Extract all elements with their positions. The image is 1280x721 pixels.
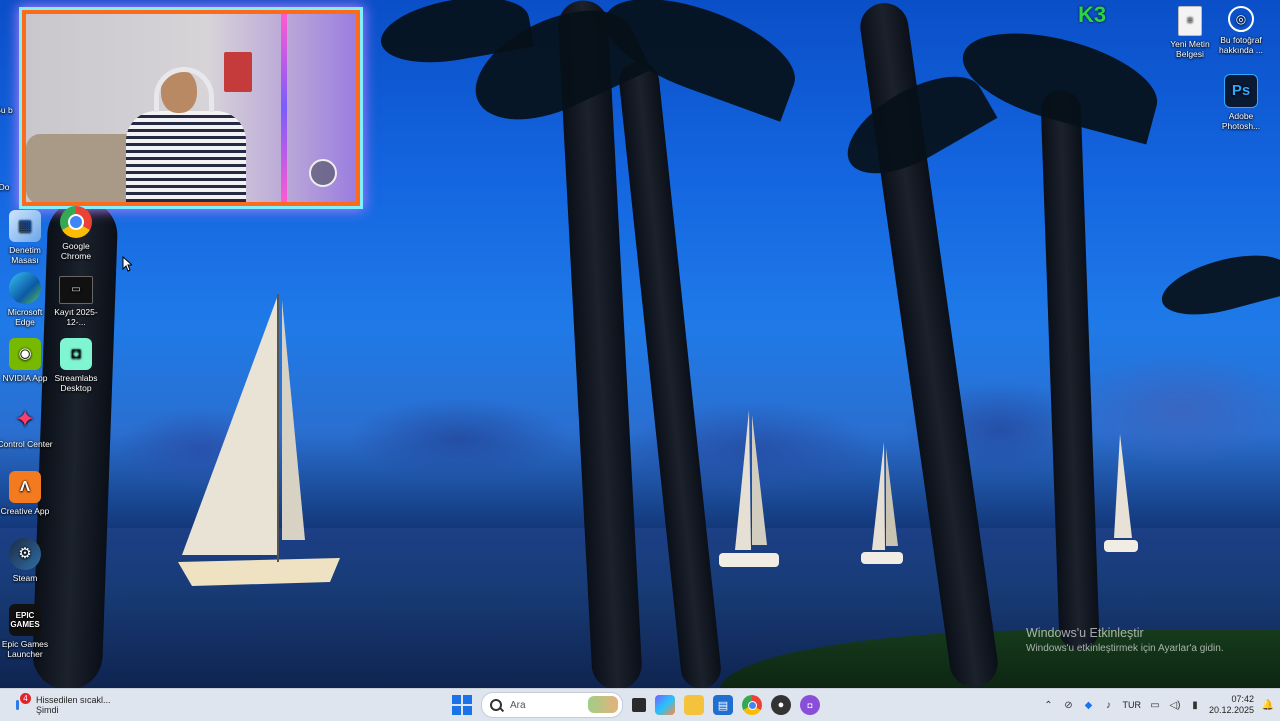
weather-line-2: Şimdi: [36, 705, 59, 715]
desktop-icon-label: Denetim Masası: [9, 245, 41, 265]
microsoft-store-icon[interactable]: ▤: [713, 695, 733, 715]
desktop-icon-label: NVIDIA App: [2, 373, 48, 383]
battery-icon[interactable]: ▮: [1189, 699, 1201, 711]
desktop-icon-recording[interactable]: ▭ Kayıt 2025-12-...: [48, 276, 104, 327]
search-placeholder: Ara: [510, 699, 526, 711]
desktop-icon-label: Steam: [12, 573, 38, 583]
task-view-icon[interactable]: [632, 698, 646, 712]
chrome-icon[interactable]: [742, 695, 762, 715]
partial-icon-label-1: Bu b: [0, 105, 13, 115]
edge-icon: [9, 272, 41, 304]
streamlabs-icon: ◘: [60, 338, 92, 370]
nvidia-icon: ◉: [9, 338, 41, 370]
taskbar-search[interactable]: Ara: [481, 692, 623, 718]
desktop-icon-label: Yeni Metin Belgesi: [1170, 39, 1210, 59]
file-explorer-icon[interactable]: [684, 695, 704, 715]
desktop-icon-edge[interactable]: Microsoft Edge: [0, 272, 53, 327]
desktop-icon-label: Kayıt 2025-12-...: [54, 307, 98, 327]
windows-activation-watermark: Windows'u Etkinleştir Windows'u etkinleş…: [1026, 626, 1224, 654]
info-camera-icon: ◎: [1228, 6, 1254, 32]
desktop-icon-label: Epic Games Launcher: [1, 639, 49, 659]
activation-subtitle: Windows'u etkinleştirmek için Ayarlar'a …: [1026, 643, 1224, 654]
app-tray-icon[interactable]: ◆: [1082, 699, 1094, 711]
desktop-icon-label: Adobe Photosh...: [1221, 111, 1261, 131]
epic-games-icon: EPIC GAMES: [9, 604, 41, 636]
control-panel-icon: ▦: [9, 210, 41, 242]
desktop-icon-label: Control Center: [0, 439, 53, 449]
webcam-overlay[interactable]: [22, 10, 360, 206]
partial-icon-label-2: Do: [0, 182, 10, 192]
obs-icon[interactable]: ●: [771, 695, 791, 715]
sailboat-mid-1: [719, 410, 779, 567]
steam-icon: ⚙: [9, 538, 41, 570]
desktop-icon-about-photo[interactable]: ◎ Bu fotoğraf hakkında ...: [1213, 6, 1269, 55]
desktop-icon-label: Creative App: [0, 506, 50, 516]
desktop-icon-label: Streamlabs Desktop: [54, 373, 98, 393]
weather-line-1: Hissedilen sıcakl...: [36, 695, 111, 705]
desktop-icon-epic-games[interactable]: EPIC GAMES Epic Games Launcher: [0, 604, 53, 659]
photoshop-icon: Ps: [1224, 74, 1258, 108]
desktop-icon-creative-app[interactable]: Λ Creative App: [0, 471, 53, 516]
clock-time: 07:42: [1231, 694, 1254, 704]
control-center-icon: ✦: [14, 406, 36, 433]
creative-app-icon: Λ: [9, 471, 41, 503]
led-strip: [281, 14, 287, 202]
desktop-icon-streamlabs[interactable]: ◘ Streamlabs Desktop: [48, 338, 104, 393]
sailboat-large: [178, 294, 340, 586]
activation-title: Windows'u Etkinleştir: [1026, 626, 1144, 640]
start-button[interactable]: [452, 695, 472, 715]
camera-logo-icon: [309, 159, 337, 187]
search-icon: [490, 699, 502, 711]
palm-fronds-6: [1155, 244, 1280, 326]
chrome-icon: [60, 206, 92, 238]
desktop-icon-photoshop[interactable]: Ps Adobe Photosh...: [1213, 74, 1269, 131]
video-file-icon: ▭: [59, 276, 93, 304]
desktop-icon-steam[interactable]: ⚙ Steam: [0, 538, 53, 583]
desktop-icon-new-text[interactable]: ≡ Yeni Metin Belgesi: [1162, 6, 1218, 59]
sailboat-mid-2: [861, 442, 903, 564]
copilot-icon[interactable]: [655, 695, 675, 715]
streamlabs-icon[interactable]: ◘: [800, 695, 820, 715]
desktop-icon-chrome[interactable]: Google Chrome: [48, 206, 104, 261]
language-indicator[interactable]: TUR: [1122, 700, 1141, 710]
weather-icon: 4: [14, 693, 31, 713]
clock-date: 20.12.2025: [1208, 705, 1254, 715]
display-icon[interactable]: ▭: [1149, 699, 1161, 711]
desktop-icon-nvidia[interactable]: ◉ NVIDIA App: [0, 338, 53, 383]
network-off-icon[interactable]: ⊘: [1062, 699, 1074, 711]
clock[interactable]: 07:42 20.12.2025: [1209, 694, 1254, 716]
system-tray: ⌃ ⊘ ◆ ♪ TUR ▭ ◁) ▮ 07:42 20.12.2025 🔔: [1042, 692, 1274, 718]
streamer: [106, 67, 246, 202]
sailboat-far: [1104, 434, 1138, 552]
text-document-icon: ≡: [1178, 6, 1202, 36]
k3-logo: K3: [1078, 2, 1107, 27]
desktop-icon-control-center[interactable]: ✦ Control Center: [0, 404, 53, 450]
taskbar-apps: Ara ▤ ● ◘: [452, 692, 820, 718]
taskbar: 4 Hissedilen sıcakl... Şimdi Ara ▤ ● ◘ ⌃…: [0, 688, 1280, 721]
weather-badge: 4: [20, 693, 31, 704]
volume-icon[interactable]: ◁): [1169, 699, 1181, 711]
headset-icon: [154, 67, 214, 112]
search-highlight-icon: [588, 696, 618, 713]
desktop-icon-label: Google Chrome: [60, 241, 92, 261]
desktop-icon-label: Microsoft Edge: [7, 307, 43, 327]
chevron-up-icon[interactable]: ⌃: [1042, 699, 1054, 711]
desktop-icon-control-panel[interactable]: ▦ Denetim Masası: [0, 210, 53, 265]
streamer-shirt: [126, 111, 246, 202]
notification-bell-icon[interactable]: 🔔: [1262, 699, 1274, 711]
microphone-icon[interactable]: ♪: [1102, 699, 1114, 711]
mouse-cursor-icon: [122, 256, 132, 272]
weather-widget[interactable]: 4 Hissedilen sıcakl... Şimdi: [14, 692, 111, 718]
desktop-icon-label: Bu fotoğraf hakkında ...: [1219, 35, 1263, 55]
